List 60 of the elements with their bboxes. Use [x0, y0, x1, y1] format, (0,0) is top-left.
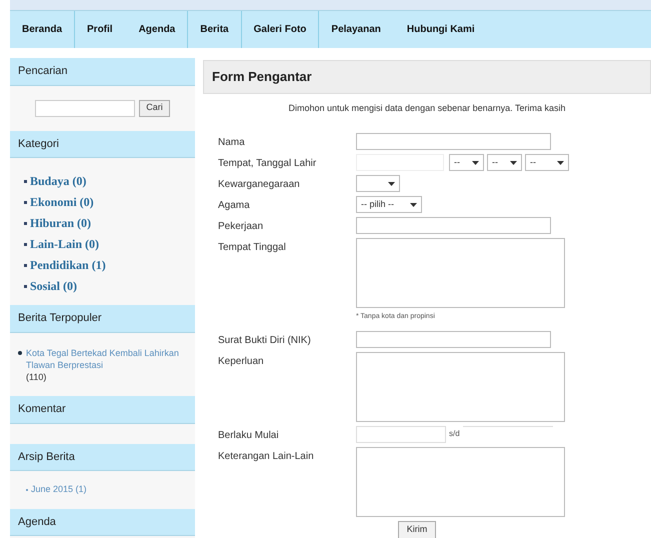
- nav-link[interactable]: Hubungi Kami: [406, 22, 475, 37]
- nav-link[interactable]: Profil: [87, 22, 113, 37]
- date-field[interactable]: [356, 426, 446, 442]
- nav-link[interactable]: Agenda: [138, 22, 176, 37]
- bullet-icon: [24, 180, 27, 182]
- bullet-icon: [24, 242, 27, 246]
- field-label: Berlaku Mulai: [218, 428, 280, 442]
- category-link[interactable]: Lain-Lain (0): [30, 235, 100, 253]
- field-label: Agama: [218, 199, 251, 213]
- caret-icon: [388, 182, 395, 186]
- field-label: Surat Bukti Diri (NIK): [218, 334, 312, 348]
- search-button[interactable]: Cari: [139, 100, 170, 116]
- caret-icon: [510, 160, 517, 164]
- bullet-icon: [24, 200, 27, 204]
- dropdown[interactable]: -- pilih --: [356, 196, 422, 213]
- text-field[interactable]: [356, 133, 551, 150]
- bullet-icon: [24, 264, 27, 266]
- text-field[interactable]: [356, 330, 551, 348]
- field-label: Pekerjaan: [218, 220, 264, 234]
- bullet-icon: [24, 222, 27, 224]
- form-title: Form Pengantar: [203, 60, 651, 94]
- category-link[interactable]: Sosial (0): [30, 277, 78, 295]
- search-field[interactable]: [35, 100, 136, 116]
- submit-button[interactable]: Kirim: [398, 520, 436, 538]
- dropdown[interactable]: --: [487, 154, 522, 171]
- nav-link[interactable]: Galeri Foto: [254, 22, 306, 37]
- field-label: Keperluan: [218, 354, 265, 368]
- section-header: Agenda: [10, 508, 195, 536]
- section-header: Arsip Berita: [10, 444, 195, 471]
- category-link[interactable]: Budaya (0): [30, 172, 86, 190]
- dropdown[interactable]: [356, 175, 400, 192]
- category-link[interactable]: Ekonomi (0): [30, 193, 94, 211]
- caret-icon: [410, 202, 417, 206]
- section-header: Komentar: [10, 396, 195, 424]
- form-intro: Dimohon untuk mengisi data dengan sebenar benarnya. Terima kasih: [287, 102, 566, 115]
- caret-icon: [557, 160, 564, 164]
- field-label: Tempat Tinggal: [218, 241, 287, 255]
- nav-link[interactable]: Berita: [200, 22, 229, 37]
- view-count: (110): [26, 370, 48, 384]
- field-label: Tempat, Tanggal Lahir: [218, 157, 318, 171]
- category-link[interactable]: Pendidikan (1): [30, 256, 106, 274]
- section-header: Kategori: [10, 130, 195, 158]
- dropdown[interactable]: --: [525, 154, 569, 171]
- text-field[interactable]: [356, 217, 551, 234]
- text-area[interactable]: [356, 446, 565, 516]
- nav-link[interactable]: Beranda: [22, 22, 62, 37]
- range-separator: s/d: [449, 428, 460, 440]
- nav-link[interactable]: Pelayanan: [331, 22, 381, 37]
- bullet-icon: [24, 284, 27, 288]
- caret-icon: [472, 160, 479, 164]
- section-header: Berita Terpopuler: [10, 305, 195, 332]
- dropdown[interactable]: --: [449, 154, 484, 171]
- field-label: Keterangan Lain-Lain: [218, 450, 315, 464]
- section-header: Pencarian: [10, 58, 195, 86]
- field-label: Kewarganegaraan: [218, 178, 301, 192]
- field-label: Nama: [218, 136, 246, 150]
- text-area[interactable]: [356, 238, 565, 308]
- bullet-icon: [18, 350, 22, 354]
- text-area[interactable]: [356, 352, 565, 422]
- category-link[interactable]: Hiburan (0): [30, 214, 92, 232]
